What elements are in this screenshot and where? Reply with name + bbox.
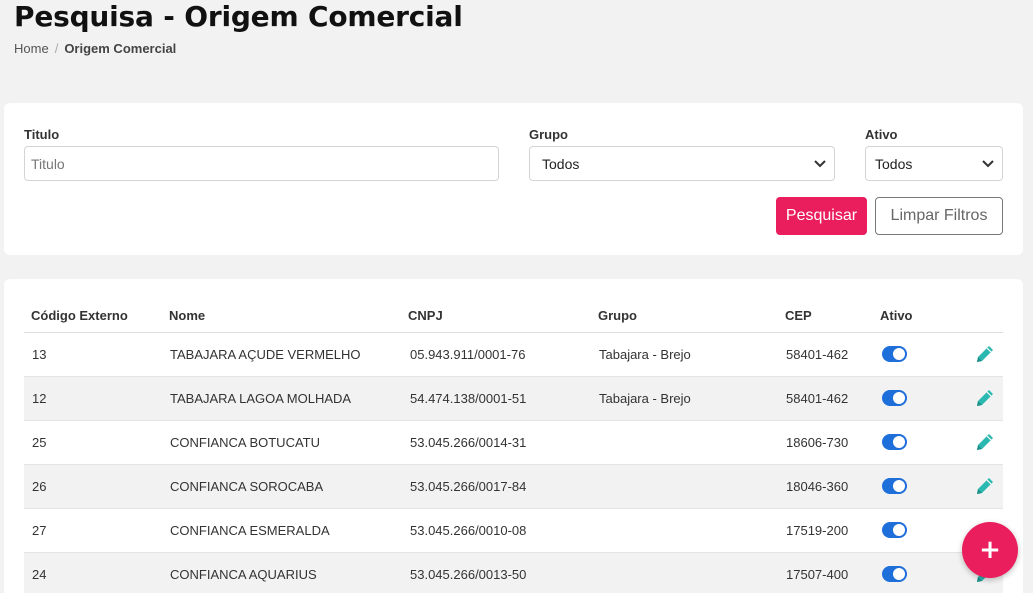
clear-filters-button[interactable]: Limpar Filtros bbox=[875, 197, 1003, 235]
column-header-codigo[interactable]: Código Externo bbox=[31, 308, 128, 323]
cell-codigo: 25 bbox=[32, 435, 47, 450]
chevron-down-icon bbox=[814, 157, 826, 171]
column-header-cnpj[interactable]: CNPJ bbox=[408, 308, 443, 323]
column-header-nome[interactable]: Nome bbox=[169, 308, 205, 323]
column-header-cep[interactable]: CEP bbox=[785, 308, 812, 323]
cell-codigo: 27 bbox=[32, 523, 47, 538]
plus-icon: + bbox=[979, 535, 1001, 565]
cell-codigo: 13 bbox=[32, 347, 47, 362]
grupo-label: Grupo bbox=[529, 127, 568, 142]
ativo-label: Ativo bbox=[865, 127, 898, 142]
cell-cep: 58401-462 bbox=[786, 347, 849, 362]
cell-grupo: Tabajara - Brejo bbox=[599, 391, 691, 406]
titulo-placeholder: Titulo bbox=[31, 155, 65, 172]
table-row: 24 CONFIANCA AQUARIUS 53.045.266/0013-50 17… bbox=[24, 553, 1003, 593]
cell-nome: TABAJARA AÇUDE VERMELHO bbox=[170, 347, 361, 362]
pencil-icon[interactable] bbox=[974, 475, 996, 497]
breadcrumb-separator: / bbox=[54, 41, 59, 56]
breadcrumb: Home / Origem Comercial bbox=[14, 41, 176, 56]
add-button[interactable]: + bbox=[962, 522, 1018, 578]
grupo-selected: Todos bbox=[542, 155, 580, 172]
cell-grupo: Tabajara - Brejo bbox=[599, 347, 691, 362]
table-row: 26 CONFIANCA SOROCABA 53.045.266/0017-84 18… bbox=[24, 465, 1003, 509]
ativo-toggle[interactable] bbox=[882, 390, 907, 406]
titulo-label: Titulo bbox=[24, 127, 60, 142]
cell-nome: CONFIANCA AQUARIUS bbox=[170, 567, 317, 582]
grupo-select[interactable]: Todos bbox=[529, 146, 835, 181]
cell-cep: 58401-462 bbox=[786, 391, 849, 406]
cell-cnpj: 53.045.266/0014-31 bbox=[410, 435, 527, 450]
cell-codigo: 12 bbox=[32, 391, 47, 406]
titulo-input[interactable]: Titulo bbox=[24, 146, 499, 181]
page-title: Pesquisa - Origem Comercial bbox=[14, 0, 463, 33]
table-row: 13 TABAJARA AÇUDE VERMELHO 05.943.911/0001… bbox=[24, 333, 1003, 377]
table-row: 12 TABAJARA LAGOA MOLHADA 54.474.138/0001-… bbox=[24, 377, 1003, 421]
cell-cep: 18606-730 bbox=[786, 435, 849, 450]
pencil-icon[interactable] bbox=[974, 431, 996, 453]
cell-cnpj: 53.045.266/0013-50 bbox=[410, 567, 527, 582]
table-row: 27 CONFIANCA ESMERALDA 53.045.266/0010-08 1… bbox=[24, 509, 1003, 553]
cell-cnpj: 53.045.266/0010-08 bbox=[410, 523, 527, 538]
cell-cep: 17507-400 bbox=[786, 567, 849, 582]
cell-cep: 18046-360 bbox=[786, 479, 849, 494]
ativo-select[interactable]: Todos bbox=[865, 146, 1003, 181]
ativo-toggle[interactable] bbox=[882, 346, 907, 362]
cell-nome: CONFIANCA SOROCABA bbox=[170, 479, 324, 494]
cell-cnpj: 53.045.266/0017-84 bbox=[410, 479, 527, 494]
cell-nome: CONFIANCA BOTUCATU bbox=[170, 435, 320, 450]
search-button[interactable]: Pesquisar bbox=[776, 197, 867, 235]
breadcrumb-home[interactable]: Home bbox=[14, 41, 49, 56]
column-header-grupo[interactable]: Grupo bbox=[598, 308, 637, 323]
breadcrumb-current: Origem Comercial bbox=[64, 41, 177, 56]
pencil-icon[interactable] bbox=[974, 343, 996, 365]
chevron-down-icon bbox=[982, 157, 994, 171]
cell-nome: CONFIANCA ESMERALDA bbox=[170, 523, 330, 538]
ativo-toggle[interactable] bbox=[882, 566, 907, 582]
ativo-selected: Todos bbox=[875, 155, 913, 172]
cell-nome: TABAJARA LAGOA MOLHADA bbox=[170, 391, 352, 406]
cell-cnpj: 05.943.911/0001-76 bbox=[410, 347, 526, 362]
cell-codigo: 24 bbox=[32, 567, 47, 582]
cell-codigo: 26 bbox=[32, 479, 47, 494]
column-header-ativo[interactable]: Ativo bbox=[880, 308, 913, 323]
table-row: 25 CONFIANCA BOTUCATU 53.045.266/0014-31 18… bbox=[24, 421, 1003, 465]
cell-cep: 17519-200 bbox=[786, 523, 849, 538]
ativo-toggle[interactable] bbox=[882, 522, 907, 538]
ativo-toggle[interactable] bbox=[882, 434, 907, 450]
results-table-card: Código Externo Nome CNPJ Grupo CEP Ativo… bbox=[4, 279, 1023, 593]
pencil-icon[interactable] bbox=[974, 387, 996, 409]
cell-cnpj: 54.474.138/0001-51 bbox=[410, 391, 527, 406]
filter-card: Titulo Titulo Grupo Todos Ativo Todos Pe… bbox=[4, 103, 1023, 255]
table-header: Código Externo Nome CNPJ Grupo CEP Ativo bbox=[24, 299, 1003, 333]
ativo-toggle[interactable] bbox=[882, 478, 907, 494]
